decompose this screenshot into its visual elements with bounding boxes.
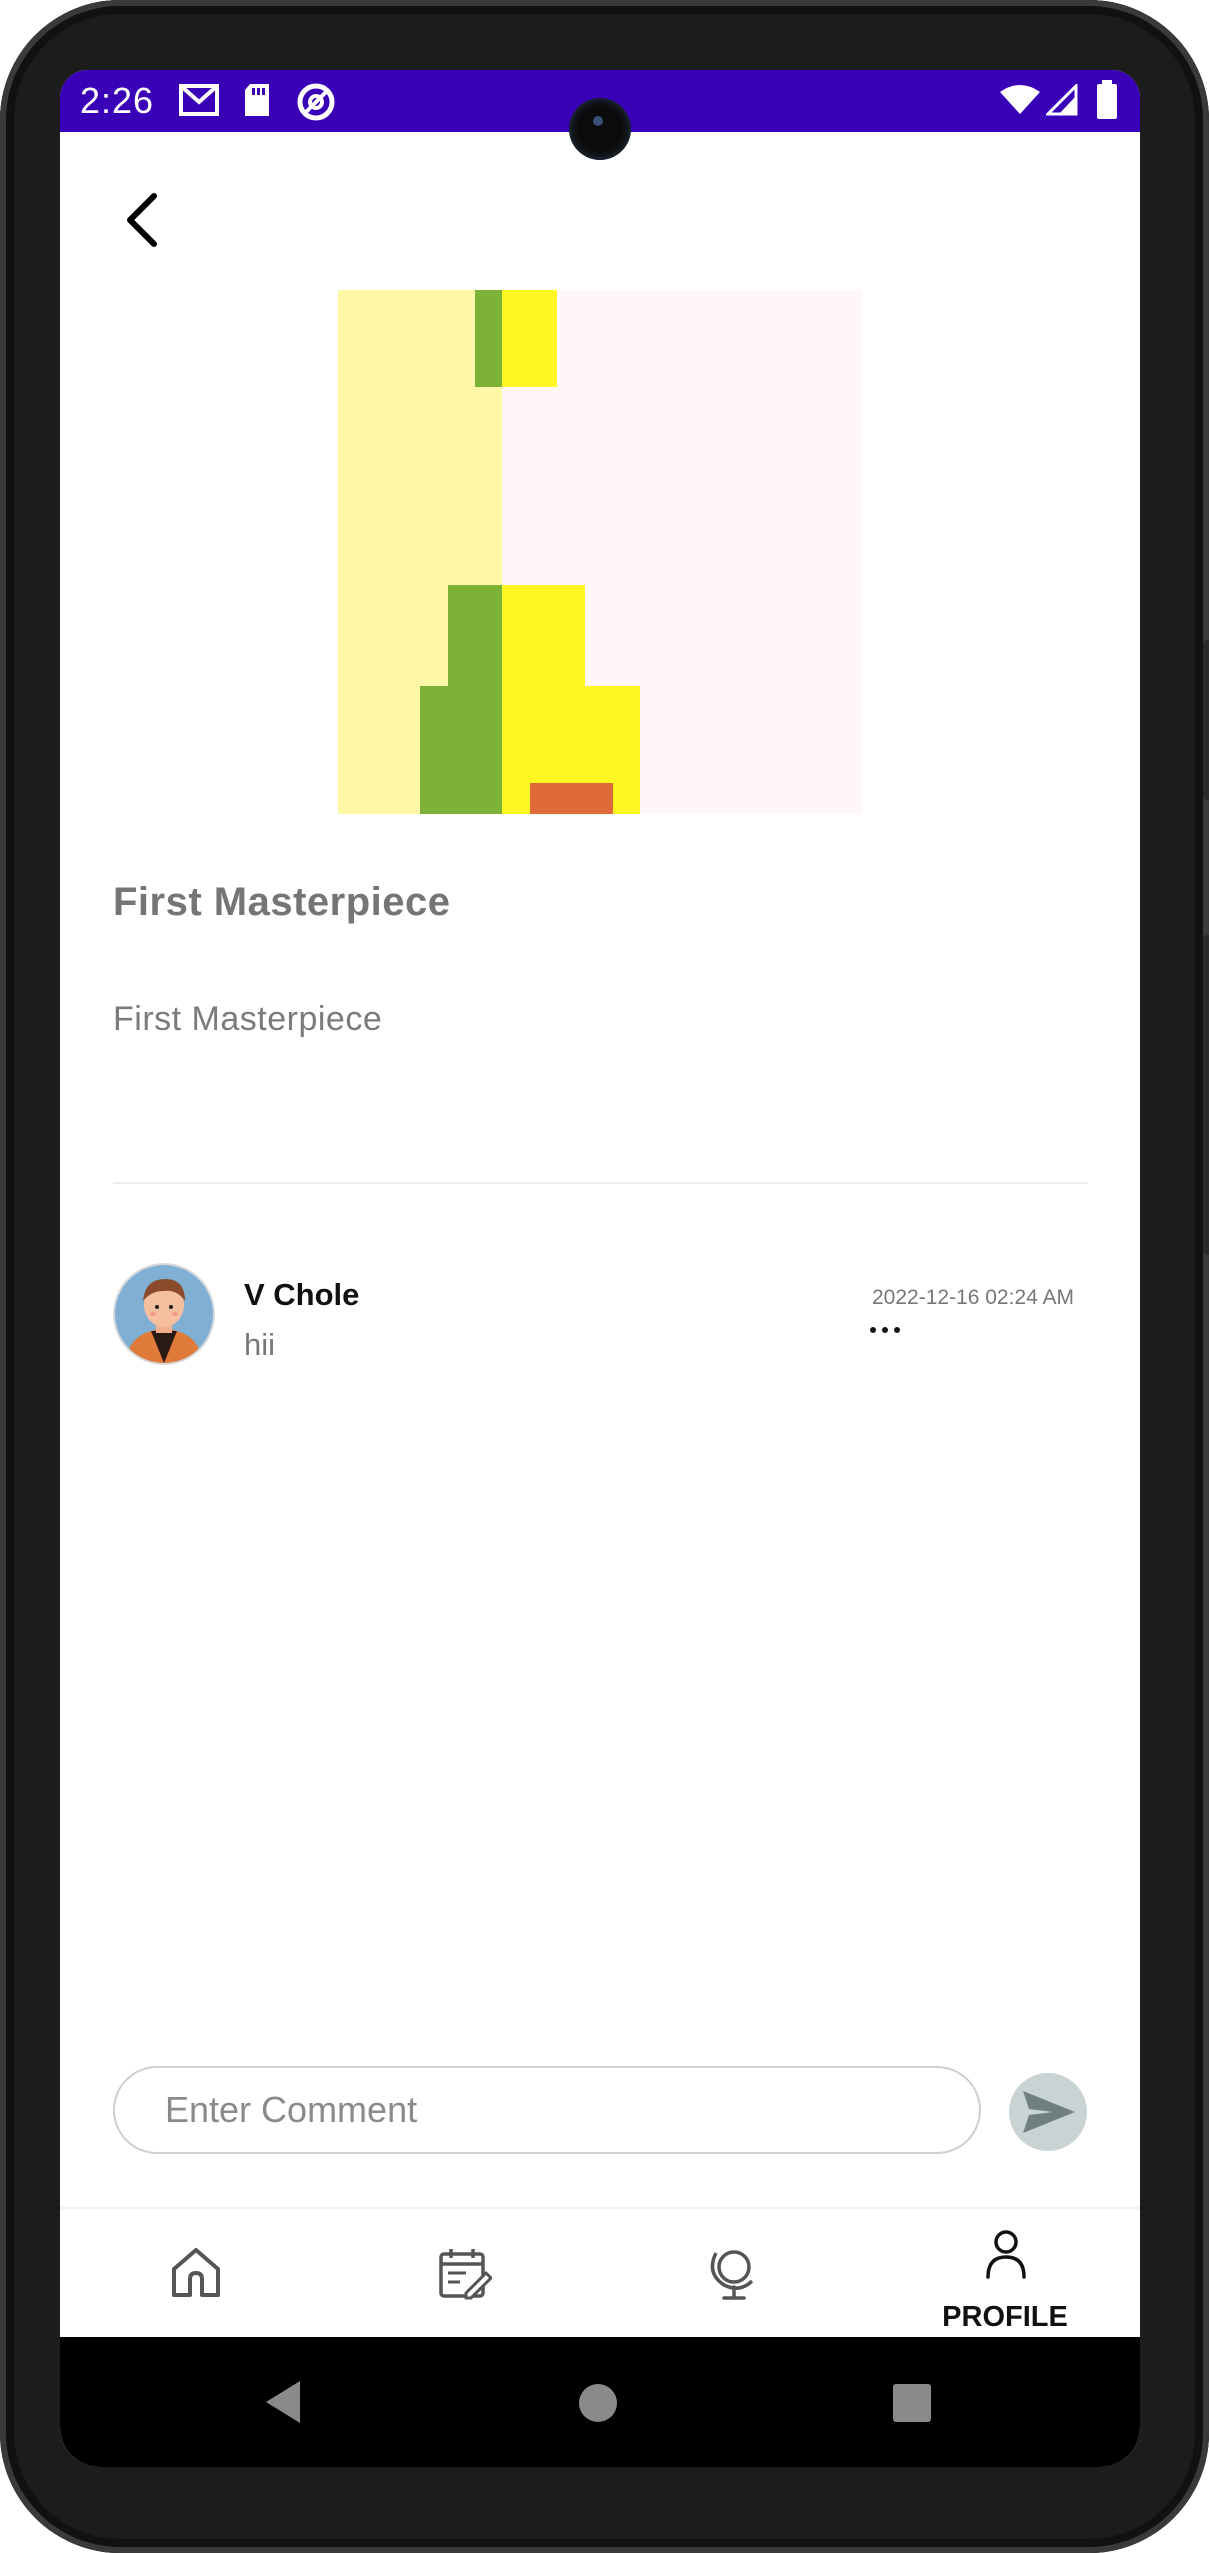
bottom-navigation: PROFILE	[60, 2207, 1140, 2339]
comment-text: hii	[244, 1327, 276, 1362]
gmail-icon	[179, 84, 219, 116]
comment-more-button[interactable]	[868, 1320, 918, 1346]
back-triangle-icon[interactable]	[262, 2379, 306, 2425]
at-sign-icon	[297, 83, 335, 121]
post-title: First Masterpiece	[113, 880, 451, 924]
system-navigation-bar	[60, 2337, 1140, 2467]
divider	[113, 1182, 1088, 1184]
more-horizontal-icon	[870, 1327, 900, 1333]
profile-icon	[986, 2230, 1026, 2279]
comment-author: V Chole	[244, 1277, 360, 1312]
status-time: 2:26	[80, 80, 155, 121]
send-icon	[1023, 2091, 1075, 2133]
artwork-image	[338, 290, 862, 814]
home-circle-icon[interactable]	[578, 2383, 618, 2423]
chevron-left-icon	[127, 193, 157, 247]
user-avatar-illustration	[115, 1265, 213, 1363]
nav-globe[interactable]	[654, 2209, 814, 2339]
back-button[interactable]	[116, 180, 180, 264]
signal-icon	[1046, 84, 1078, 116]
send-button[interactable]	[1009, 2073, 1087, 2151]
wifi-icon	[1000, 85, 1040, 114]
home-icon	[172, 2248, 220, 2297]
globe-icon	[710, 2250, 754, 2300]
battery-icon	[1097, 80, 1117, 119]
volume-button	[1203, 935, 1209, 1255]
nav-home[interactable]	[114, 2209, 274, 2339]
nav-profile-label: PROFILE	[942, 2301, 1068, 2333]
post-description: First Masterpiece	[113, 1000, 383, 1038]
app-screen: 2:26 First Masterpiece First Masterpiece…	[60, 70, 1140, 2467]
comment-timestamp: 2022-12-16 02:24 AM	[872, 1286, 1074, 1309]
calendar-edit-icon	[439, 2249, 492, 2300]
comment-input[interactable]	[113, 2066, 981, 2154]
avatar	[113, 1263, 215, 1365]
sd-card-icon	[245, 84, 269, 116]
nav-profile[interactable]: PROFILE	[925, 2209, 1085, 2339]
front-camera	[569, 98, 631, 160]
recents-square-icon[interactable]	[892, 2383, 932, 2423]
nav-calendar[interactable]	[383, 2209, 543, 2339]
power-button	[1203, 640, 1209, 800]
